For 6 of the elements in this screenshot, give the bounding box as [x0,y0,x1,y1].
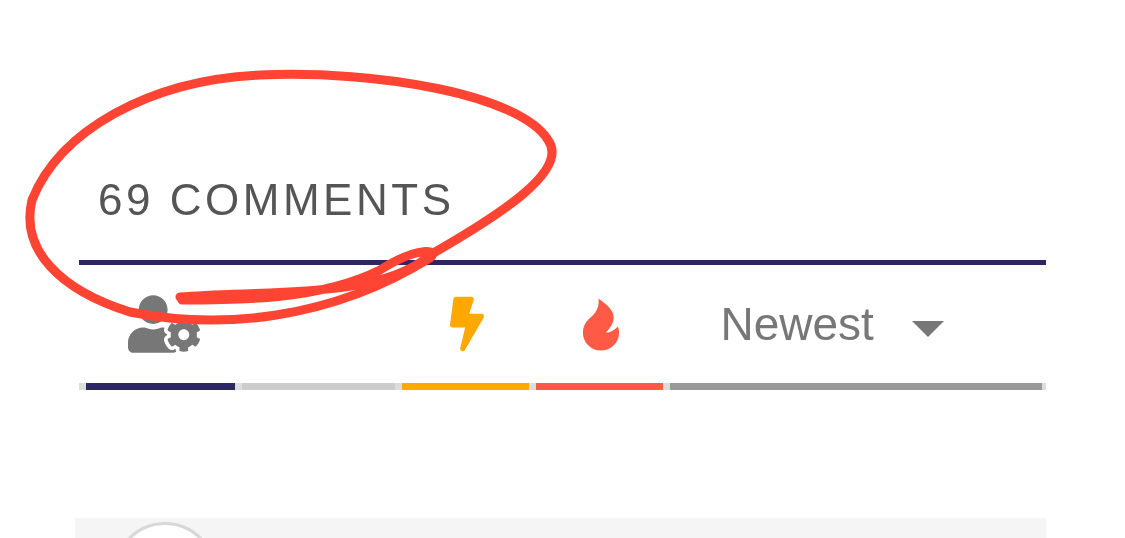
caret-icon [911,321,944,337]
sort-label: Newest [720,296,874,352]
user-settings-icon [127,295,200,353]
sort-dropdown[interactable]: Newest [672,265,1046,383]
comments-heading: 69 COMMENTS [97,174,455,226]
lightning-icon [449,294,484,354]
